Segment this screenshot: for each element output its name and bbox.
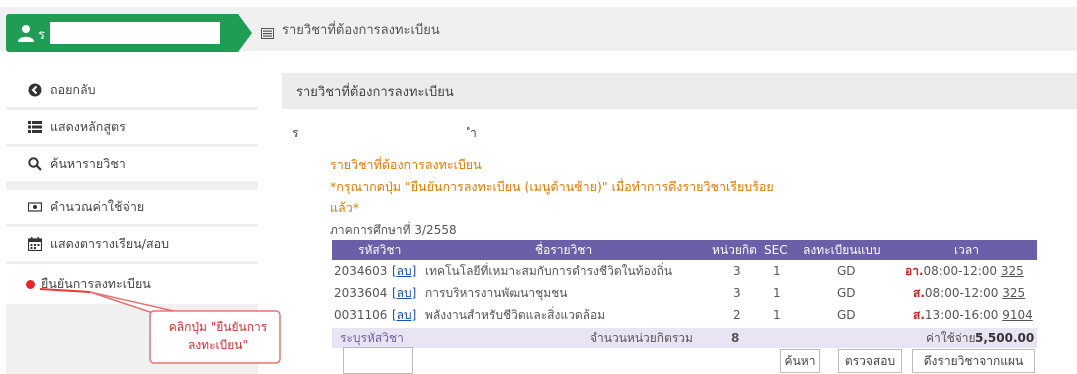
col-header: ชื่อรายวิชา [535,243,593,257]
sidebar-item-curriculum[interactable]: แสดงหลักสูตร [6,110,258,144]
course-room: 325 [1000,264,1024,278]
course-code: 2034603 [334,264,388,278]
course-sec: 1 [773,308,781,322]
course-time: 13:00-16:00 [924,308,999,322]
course-room: 325 [1002,286,1026,300]
table-row: 2033604 [ลบ] การบริหารงานพัฒนาชุมชน 3 1 … [332,283,1037,303]
course-credit: 3 [733,264,741,278]
red-dot-icon [26,279,35,289]
table-footer: ระบุรหัสวิชา จำนวนหน่วยกิตรวม 8 ค่าใช้จ่… [332,328,1037,348]
callout-line: ลงทะเบียน" [187,338,249,352]
sidebar-item-confirm-registration[interactable]: ยืนยันการลงทะเบียน [6,264,258,304]
sidebar-item-back[interactable]: ถอยกลับ [6,73,258,107]
user-name-initial: ร [38,28,45,43]
calendar-icon [28,237,42,251]
list-icon [28,121,42,133]
top-bar: ร [0,7,1077,52]
sidebar-item-label: แสดงตารางเรียน/สอบ [50,236,170,251]
money-icon [28,202,42,212]
student-info-prefix: ร [292,126,299,140]
user-icon [18,25,34,42]
sidebar-item-label: ถอยกลับ [50,82,96,97]
term-label: ภาคการศึกษาที่ 3/2558 [330,223,457,237]
registration-type: GD [837,308,856,322]
course-credit: 2 [733,308,741,322]
cost-label: ค่าใช้จ่าย [926,331,976,345]
pull-from-plan-button[interactable]: ดึงรายวิชาจากแผน [912,349,1035,373]
course-time: 08:00-12:00 [924,286,999,300]
course-name: เทคโนโลยีที่เหมาะสมกับการดำรงชีวิตในท้อง… [425,264,673,278]
course-day: อา. [905,264,924,278]
redacted-student-info [300,122,460,138]
sidebar-item-label: แสดงหลักสูตร [50,119,126,134]
notice-title: รายวิชาที่ต้องการลงทะเบียน [330,157,482,172]
panel-header: รายวิชาที่ต้องการลงทะเบียน [282,73,1077,109]
sidebar-item-timetable[interactable]: แสดงตารางเรียน/สอบ [6,227,258,261]
table-header: รหัสวิชา ชื่อรายวิชา หน่วยกิต SEC ลงทะเบ… [332,240,1037,260]
list-box-icon [261,28,274,39]
cost-value: 5,500.00 [975,331,1035,345]
back-circle-icon [28,83,42,97]
course-code: 2033604 [334,286,388,300]
course-sec: 1 [773,286,781,300]
course-name: การบริหารงานพัฒนาชุมชน [425,286,568,300]
search-button[interactable]: ค้นหา [780,349,820,373]
col-header: หน่วยกิต [712,243,757,257]
sidebar-item-calc-cost[interactable]: คำนวณค่าใช้จ่าย [6,190,258,224]
panel-title: รายวิชาที่ต้องการลงทะเบียน [296,84,454,100]
course-day: ส. [913,286,925,300]
registration-type: GD [837,264,856,278]
sidebar-item-search-course[interactable]: ค้นหารายวิชา [6,147,258,181]
check-button[interactable]: ตรวจสอบ [838,349,902,373]
total-credit-label: จำนวนหน่วยกิตรวม [590,331,693,345]
table-row: 2034603 [ลบ] เทคโนโลยีที่เหมาะสมกับการดำ… [332,261,1037,281]
notice-line: แล้ว* [330,200,359,215]
sidebar-item-label: คำนวณค่าใช้จ่าย [50,199,145,214]
notice-line: *กรุณากดปุ่ม "ยืนยันการลงทะเบียน (เมนูด้… [330,179,774,194]
user-badge[interactable]: ร [6,14,252,52]
redacted-user-name [50,22,220,44]
course-code: 0031106 [334,308,388,322]
breadcrumb: รายวิชาที่ต้องการลงทะเบียน [282,23,440,38]
col-header: เวลา [954,243,979,257]
course-name: พลังงานสำหรับชีวิตและสิ่งแวดล้อม [425,308,606,322]
col-header: รหัสวิชา [358,243,402,257]
delete-link[interactable]: [ลบ] [392,308,416,322]
delete-link[interactable]: [ลบ] [392,286,416,300]
sidebar-item-label: ยืนยันการลงทะเบียน [41,276,151,291]
sidebar-item-label: ค้นหารายวิชา [50,156,126,171]
course-room: 9104 [1002,308,1033,322]
table-row: 0031106 [ลบ] พลังงานสำหรับชีวิตและสิ่งแว… [332,305,1037,325]
course-sec: 1 [773,264,781,278]
delete-link[interactable]: [ลบ] [392,264,416,278]
callout-line: คลิกปุ่ม "ยืนยันการ [168,320,268,334]
callout-text: คลิกปุ่ม "ยืนยันการ ลงทะเบียน" [158,318,278,354]
search-icon [28,157,42,171]
course-credit: 3 [733,286,741,300]
course-time: 08:00-12:00 [923,264,998,278]
course-code-input[interactable] [343,347,413,374]
specify-code-label: ระบุรหัสวิชา [340,331,404,345]
col-header: ลงทะเบียนแบบ [803,243,881,257]
registration-type: GD [837,286,856,300]
total-credit-value: 8 [731,331,740,345]
course-day: ส. [913,308,925,322]
student-info-suffix: ำ [470,126,477,140]
col-header: SEC [764,243,788,257]
